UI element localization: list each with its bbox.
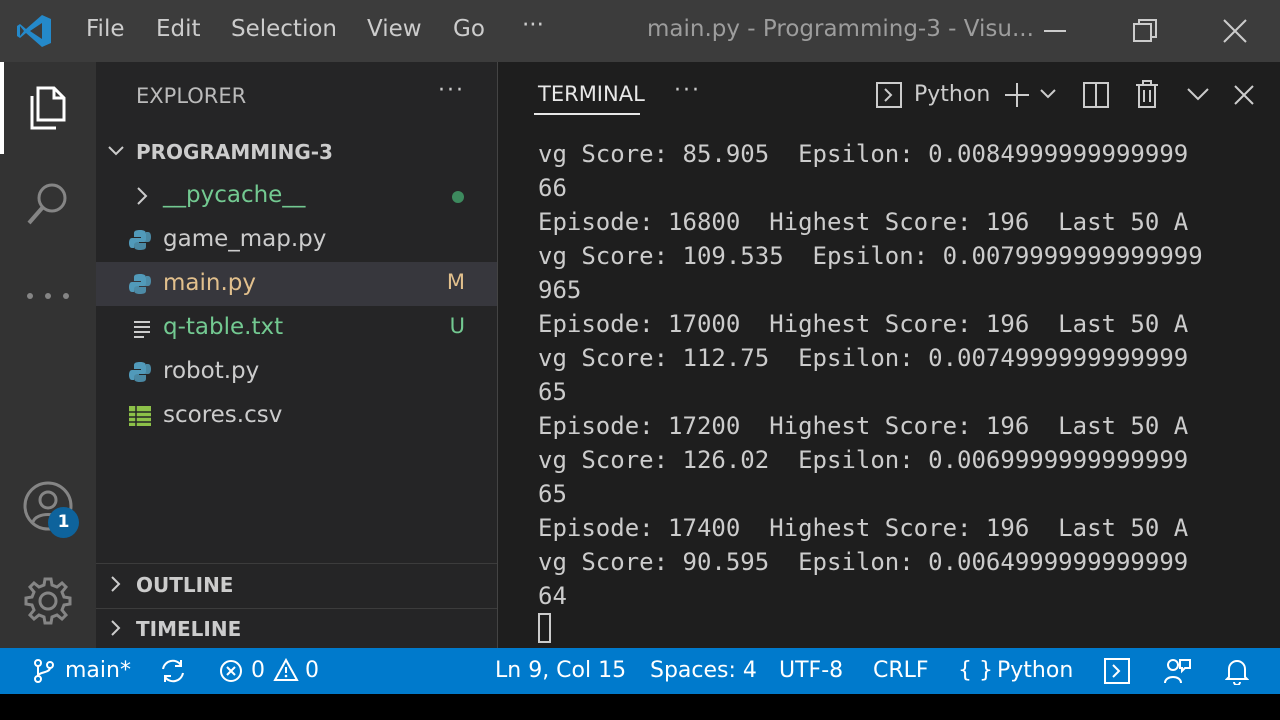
language-braces-icon[interactable]: { } bbox=[958, 658, 993, 683]
active-indicator bbox=[0, 62, 4, 154]
tree-item-pycache[interactable]: __pycache__ bbox=[96, 174, 497, 218]
feedback-icon[interactable] bbox=[1163, 657, 1191, 685]
menu-go[interactable]: Go bbox=[453, 16, 485, 42]
text-file-icon bbox=[134, 321, 150, 338]
search-icon[interactable] bbox=[24, 180, 72, 228]
tree-item-scores[interactable]: scores.csv bbox=[96, 394, 497, 438]
menu-file[interactable]: File bbox=[86, 16, 125, 42]
close-panel-icon[interactable] bbox=[1233, 84, 1255, 106]
menu-selection[interactable]: Selection bbox=[231, 16, 337, 42]
terminal-line: 64 bbox=[538, 582, 567, 610]
chevron-right-icon bbox=[137, 187, 148, 205]
trash-icon[interactable] bbox=[1134, 79, 1160, 109]
files-icon[interactable] bbox=[24, 84, 72, 132]
outline-label: OUTLINE bbox=[136, 573, 234, 597]
notifications-bell-icon[interactable] bbox=[1225, 657, 1249, 685]
terminal-line: Episode: 16800 Highest Score: 196 Last 5… bbox=[538, 208, 1189, 236]
error-count[interactable]: 0 bbox=[251, 658, 265, 683]
csv-file-icon bbox=[129, 406, 151, 426]
status-bar: main* 0 0 Ln 9, Col 15 Spaces: 4 UTF-8 C… bbox=[0, 648, 1280, 694]
close-window-icon[interactable] bbox=[1220, 16, 1250, 46]
git-branch-icon[interactable] bbox=[32, 658, 56, 684]
cursor-position[interactable]: Ln 9, Col 15 bbox=[495, 658, 626, 683]
panel-more-button[interactable]: ··· bbox=[674, 78, 701, 103]
chevron-right-icon bbox=[111, 576, 121, 592]
timeline-label: TIMELINE bbox=[136, 617, 242, 641]
explorer-more-button[interactable]: ··· bbox=[438, 78, 465, 103]
title-bar: File Edit Selection View Go ··· main.py … bbox=[0, 0, 1280, 62]
chevron-right-icon bbox=[111, 620, 121, 636]
terminal-line: vg Score: 126.02 Epsilon: 0.006999999999… bbox=[538, 446, 1189, 474]
terminal-cursor[interactable] bbox=[538, 613, 551, 643]
terminal-line: vg Score: 85.905 Epsilon: 0.008499999999… bbox=[538, 140, 1189, 168]
maximize-panel-chevron-icon[interactable] bbox=[1186, 86, 1210, 102]
warning-count[interactable]: 0 bbox=[305, 658, 319, 683]
terminal-line: Episode: 17400 Highest Score: 196 Last 5… bbox=[538, 514, 1189, 542]
sync-icon[interactable] bbox=[159, 658, 187, 684]
git-status-untracked: U bbox=[449, 314, 465, 338]
file-name: game_map.py bbox=[163, 226, 327, 252]
outline-section-header[interactable]: OUTLINE bbox=[96, 565, 497, 605]
folder-header-programming-3[interactable]: PROGRAMMING-3 bbox=[96, 132, 497, 172]
terminal-line: 65 bbox=[538, 378, 567, 406]
warning-icon[interactable] bbox=[273, 658, 299, 682]
menu-view[interactable]: View bbox=[367, 16, 422, 42]
chevron-down-icon[interactable] bbox=[1039, 87, 1057, 101]
tab-terminal[interactable]: TERMINAL bbox=[538, 82, 645, 106]
timeline-section-header[interactable]: TIMELINE bbox=[96, 609, 497, 649]
section-divider bbox=[96, 563, 497, 564]
tree-item-main[interactable]: main.py M bbox=[96, 262, 497, 306]
explorer-sidebar: EXPLORER ··· PROGRAMMING-3 __pycache__ g… bbox=[96, 62, 497, 648]
account-badge: 1 bbox=[48, 507, 79, 538]
error-icon[interactable] bbox=[219, 659, 243, 683]
split-terminal-icon[interactable] bbox=[1082, 81, 1110, 109]
language-mode[interactable]: Python bbox=[997, 658, 1073, 683]
git-branch-label[interactable]: main* bbox=[65, 658, 131, 683]
menu-edit[interactable]: Edit bbox=[156, 16, 201, 42]
indentation[interactable]: Spaces: 4 bbox=[650, 658, 757, 683]
file-name: __pycache__ bbox=[163, 182, 306, 208]
terminal-shell-name[interactable]: Python bbox=[914, 82, 990, 107]
file-name: scores.csv bbox=[163, 402, 283, 428]
chevron-down-icon bbox=[108, 146, 124, 156]
folder-name: PROGRAMMING-3 bbox=[136, 140, 333, 164]
python-file-icon bbox=[129, 362, 151, 382]
terminal-line: Episode: 17000 Highest Score: 196 Last 5… bbox=[538, 310, 1189, 338]
settings-gear-icon[interactable] bbox=[22, 575, 74, 627]
activity-bar bbox=[0, 62, 96, 648]
window-title: main.py - Programming-3 - Visu... bbox=[647, 16, 1034, 42]
minimize-icon[interactable] bbox=[1040, 16, 1070, 46]
line-ending[interactable]: CRLF bbox=[873, 658, 929, 683]
terminal-toggle-icon[interactable] bbox=[1104, 658, 1130, 684]
file-name: main.py bbox=[163, 270, 256, 296]
terminal-panel: TERMINAL ··· Python vg Score: 85.905 Eps… bbox=[497, 62, 1280, 648]
vscode-logo-icon[interactable] bbox=[16, 14, 52, 48]
active-tab-underline bbox=[534, 113, 640, 115]
terminal-line: 965 bbox=[538, 276, 582, 304]
terminal-line: vg Score: 109.535 Epsilon: 0.00799999999… bbox=[538, 242, 1203, 270]
restore-icon[interactable] bbox=[1130, 16, 1160, 46]
screen-bottom-edge bbox=[0, 694, 1280, 720]
python-file-icon bbox=[129, 230, 151, 250]
git-status-modified: M bbox=[446, 270, 465, 294]
terminal-shell-icon[interactable] bbox=[875, 81, 903, 109]
terminal-line: Episode: 17200 Highest Score: 196 Last 5… bbox=[538, 412, 1189, 440]
terminal-line: 66 bbox=[538, 174, 567, 202]
terminal-line: vg Score: 90.595 Epsilon: 0.006499999999… bbox=[538, 548, 1189, 576]
more-icon[interactable] bbox=[24, 286, 72, 306]
untracked-dot-icon bbox=[452, 191, 464, 203]
file-name: q-table.txt bbox=[163, 314, 284, 340]
new-terminal-icon[interactable] bbox=[1003, 81, 1031, 109]
encoding[interactable]: UTF-8 bbox=[779, 658, 843, 683]
python-file-icon bbox=[129, 274, 151, 294]
tree-item-robot[interactable]: robot.py bbox=[96, 350, 497, 394]
explorer-title: EXPLORER bbox=[136, 84, 247, 108]
tree-item-game-map[interactable]: game_map.py bbox=[96, 218, 497, 262]
terminal-line: vg Score: 112.75 Epsilon: 0.007499999999… bbox=[538, 344, 1189, 372]
file-name: robot.py bbox=[163, 358, 260, 384]
menu-more[interactable]: ··· bbox=[522, 12, 544, 38]
terminal-line: 65 bbox=[538, 480, 567, 508]
tree-item-q-table[interactable]: q-table.txt U bbox=[96, 306, 497, 350]
